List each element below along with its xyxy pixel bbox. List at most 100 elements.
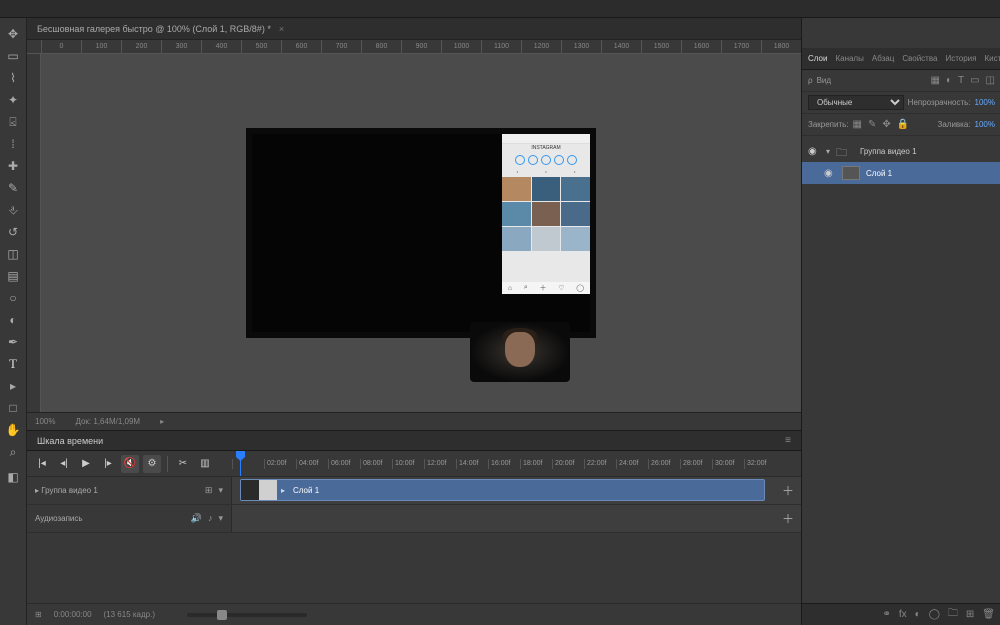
split-clip-button[interactable]: ✂	[174, 455, 192, 473]
play-button[interactable]: ▶	[77, 455, 95, 473]
filter-label-icon[interactable]: ρ	[808, 76, 813, 85]
layer-group[interactable]: ◉ ▾ 🗀 Группа видео 1	[802, 140, 1000, 162]
track-menu-icon[interactable]: ▾	[218, 513, 223, 524]
document-status-bar: 100% Док: 1,64М/1,09М ▸	[27, 412, 801, 430]
lock-paint-icon[interactable]: ✎	[868, 119, 876, 130]
audio-track-body[interactable]: ＋	[232, 505, 801, 532]
delete-layer-icon[interactable]: 🗑	[982, 609, 995, 620]
stamp-tool[interactable]: ⎀	[3, 200, 23, 220]
canvas-stage[interactable]: INSTAGRAM •••	[41, 54, 801, 412]
lock-row: Закрепить: ▦ ✎ ✥ 🔒 Заливка: 100%	[802, 114, 1000, 136]
folder-icon: 🗀	[836, 144, 854, 158]
toggle-mode-icon[interactable]: ⊞	[35, 610, 42, 619]
filter-shape-icon[interactable]: ▭	[970, 75, 979, 86]
visibility-icon[interactable]: ◉	[808, 146, 820, 157]
crop-tool[interactable]: ⍃	[3, 112, 23, 132]
link-layers-icon[interactable]: ⚭	[882, 609, 890, 620]
lock-all-icon[interactable]: 🔒	[897, 119, 909, 130]
note-icon[interactable]: ♪	[208, 513, 213, 524]
lasso-tool[interactable]: ⌇	[3, 68, 23, 88]
video-track-body[interactable]: ▸ Слой 1 ＋	[232, 477, 801, 504]
zoom-tool[interactable]: ⌕	[3, 442, 23, 462]
path-select-tool[interactable]: ▸	[3, 376, 23, 396]
add-media-button[interactable]: ＋	[781, 483, 795, 497]
track-menu-icon[interactable]: ▾	[218, 485, 223, 496]
tab-history[interactable]: История	[945, 54, 976, 63]
opacity-value[interactable]: 100%	[975, 98, 995, 107]
zoom-slider[interactable]	[187, 613, 307, 617]
transition-button[interactable]: ▥	[196, 455, 214, 473]
color-swatch[interactable]: ◧	[3, 464, 23, 490]
clip-arrow-icon[interactable]: ▸	[277, 486, 289, 495]
filter-pixel-icon[interactable]: ▦	[930, 75, 939, 86]
tab-paragraph[interactable]: Абзац	[872, 54, 894, 63]
dodge-tool[interactable]: ◐	[3, 310, 23, 330]
marquee-tool[interactable]: ▭	[3, 46, 23, 66]
gradient-tool[interactable]: ▤	[3, 266, 23, 286]
pen-tool[interactable]: ✒	[3, 332, 23, 352]
visibility-icon[interactable]: ◉	[824, 168, 836, 179]
document-tab[interactable]: Бесшовная галерея быстро @ 100% (Слой 1,…	[27, 18, 801, 40]
filter-type-icon[interactable]: T	[958, 75, 964, 86]
layers-list: ◉ ▾ 🗀 Группа видео 1 ◉ Слой 1	[802, 136, 1000, 603]
timeline-tab[interactable]: Шкала времени ≡	[27, 431, 801, 451]
chevron-down-icon[interactable]: ▾	[826, 147, 830, 156]
tab-properties[interactable]: Свойства	[902, 54, 937, 63]
filter-smart-icon[interactable]: ◫	[986, 75, 995, 86]
mask-icon[interactable]: ◐	[915, 609, 921, 620]
blur-tool[interactable]: ○	[3, 288, 23, 308]
group-icon[interactable]: 🗀	[948, 606, 958, 623]
heal-tool[interactable]: ✚	[3, 156, 23, 176]
eraser-tool[interactable]: ◫	[3, 244, 23, 264]
zoom-level[interactable]: 100%	[35, 417, 55, 426]
playhead[interactable]	[240, 451, 241, 476]
first-frame-button[interactable]: |◂	[33, 455, 51, 473]
wand-tool[interactable]: ✦	[3, 90, 23, 110]
chevron-right-icon[interactable]: ▸	[35, 486, 39, 495]
blend-mode-select[interactable]: Обычные	[808, 95, 904, 110]
tab-brush[interactable]: Кисть	[984, 54, 1000, 63]
add-audio-button[interactable]: ＋	[781, 511, 795, 525]
ruler-horizontal: 0100200300400500600700800900100011001200…	[27, 40, 801, 54]
tab-layers[interactable]: Слои	[808, 54, 827, 63]
layer-filter-row: ρ Вид ▦ ◐ T ▭ ◫	[802, 70, 1000, 92]
timeline-ruler[interactable]: 02:00f04:00f06:00f08:00f10:00f12:00f14:0…	[232, 451, 801, 476]
eyedropper-tool[interactable]: ⁞	[3, 134, 23, 154]
prev-frame-button[interactable]: ◂|	[55, 455, 73, 473]
adjustment-icon[interactable]: ◯	[929, 609, 940, 620]
filter-adjust-icon[interactable]: ◐	[946, 75, 952, 86]
phone-stories	[502, 152, 590, 168]
canvas[interactable]: INSTAGRAM •••	[246, 128, 596, 338]
layer-item[interactable]: ◉ Слой 1	[802, 162, 1000, 184]
fx-icon[interactable]: fx	[899, 609, 907, 620]
audio-track-header[interactable]: Аудиозапись 🔊♪▾	[27, 505, 232, 532]
video-track-header[interactable]: ▸ Группа видео 1 ⊞ ▾	[27, 477, 232, 504]
video-track-label: Группа видео 1	[41, 486, 98, 495]
tab-channels[interactable]: Каналы	[835, 54, 863, 63]
lock-pos-icon[interactable]: ✥	[882, 119, 890, 130]
layer-label: Слой 1	[866, 169, 892, 178]
video-clip[interactable]: ▸ Слой 1	[240, 479, 765, 501]
fill-value[interactable]: 100%	[975, 120, 995, 129]
next-frame-button[interactable]: |▸	[99, 455, 117, 473]
move-tool[interactable]: ✥	[3, 24, 23, 44]
settings-button[interactable]: ⚙	[143, 455, 161, 473]
doc-info-arrow-icon[interactable]: ▸	[160, 417, 164, 426]
zoom-slider-thumb[interactable]	[217, 610, 227, 620]
speaker-icon[interactable]: 🔊	[191, 513, 202, 524]
close-tab-icon[interactable]: ×	[279, 24, 284, 34]
shape-tool[interactable]: □	[3, 398, 23, 418]
brush-tool[interactable]: ✎	[3, 178, 23, 198]
type-tool[interactable]: T	[3, 354, 23, 374]
mute-button[interactable]: 🔇	[121, 455, 139, 473]
history-brush-tool[interactable]: ↺	[3, 222, 23, 242]
filmstrip-icon[interactable]: ⊞	[205, 485, 213, 496]
phone-stats: •••	[502, 168, 590, 175]
hand-tool[interactable]: ✋	[3, 420, 23, 440]
main-area: ✥ ▭ ⌇ ✦ ⍃ ⁞ ✚ ✎ ⎀ ↺ ◫ ▤ ○ ◐ ✒ T ▸ □ ✋ ⌕ …	[0, 18, 1000, 625]
current-time[interactable]: 0:00:00:00	[54, 610, 92, 619]
lock-trans-icon[interactable]: ▦	[853, 119, 862, 130]
new-layer-icon[interactable]: ⊞	[966, 609, 974, 620]
panel-menu-icon[interactable]: ≡	[785, 435, 791, 446]
ruler-vertical	[27, 54, 41, 412]
